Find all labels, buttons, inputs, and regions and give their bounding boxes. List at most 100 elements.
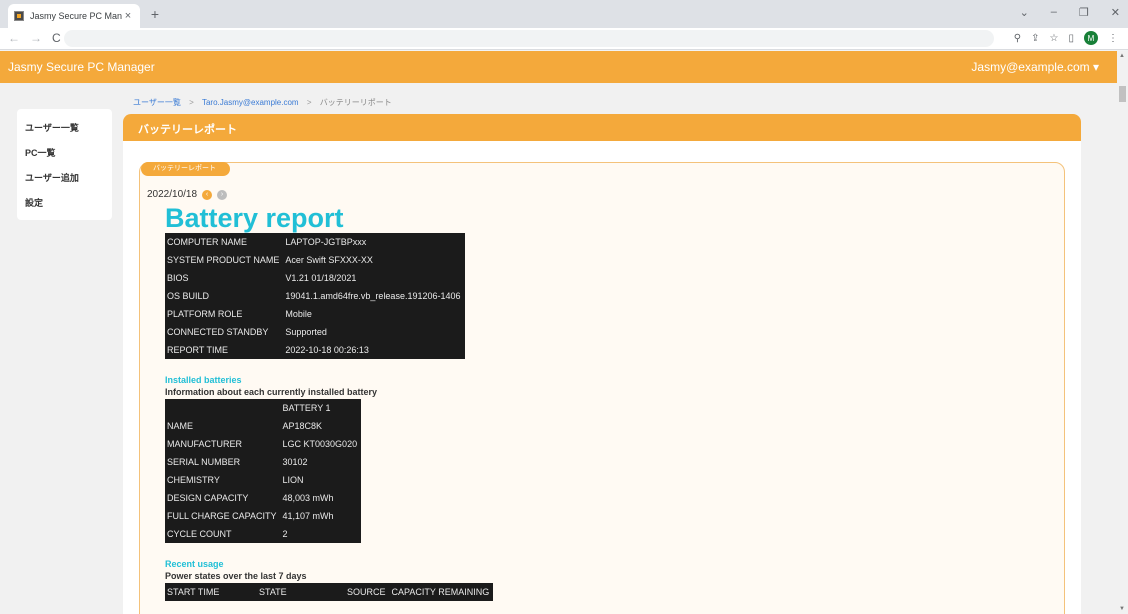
- table-row: BATTERY 1: [165, 399, 361, 417]
- sidebar-item-user-list[interactable]: ユーザー一覧: [17, 121, 112, 146]
- battery-table: BATTERY 1 NAME AP18C8K MANUFACTURER LGC KT…: [165, 399, 362, 543]
- tab-search-icon[interactable]: ⌄: [1020, 6, 1029, 19]
- table-cell: PLATFORM ROLE: [167, 309, 243, 319]
- app-brand[interactable]: Jasmy Secure PC Manager: [8, 60, 155, 74]
- recent-usage-subheading: Power states over the last 7 days: [165, 571, 307, 581]
- scrollbar-thumb[interactable]: [1119, 86, 1126, 102]
- table-row: CHEMISTRY LION: [165, 471, 361, 489]
- prev-date-icon[interactable]: ‹: [202, 189, 213, 200]
- table-cell: LION: [282, 475, 304, 485]
- table-header: SOURCE: [347, 587, 386, 597]
- table-cell: COMPUTER NAME: [167, 237, 248, 247]
- scroll-up-icon[interactable]: ▲: [1119, 53, 1125, 59]
- table-cell: SYSTEM PRODUCT NAME: [167, 255, 280, 265]
- table-cell: DESIGN CAPACITY: [167, 493, 249, 503]
- restore-button[interactable]: ❐: [1079, 6, 1089, 19]
- table-cell: OS BUILD: [167, 291, 210, 301]
- browser-tab[interactable]: Jasmy Secure PC Manager ×: [8, 4, 140, 28]
- table-cell: NAME: [167, 421, 194, 431]
- table-row: PLATFORM ROLE Mobile: [165, 305, 465, 323]
- table-cell: BATTERY 1: [282, 403, 331, 413]
- table-cell: CYCLE COUNT: [167, 529, 232, 539]
- table-row: OS BUILD 19041.1.amd64fre.vb_release.1912…: [165, 287, 465, 305]
- table-cell: CONNECTED STANDBY: [167, 327, 269, 337]
- table-row: FULL CHARGE CAPACITY 41,107 mWh: [165, 507, 361, 525]
- profile-avatar[interactable]: M: [1084, 31, 1098, 45]
- table-header-row: START TIME STATE SOURCE CAPACITY REMAINI…: [165, 583, 493, 601]
- table-cell: Mobile: [285, 309, 312, 319]
- breadcrumb-current: バッテリーリポート: [319, 98, 392, 107]
- recent-usage-table: START TIME STATE SOURCE CAPACITY REMAINI…: [165, 583, 494, 601]
- breadcrumb-user[interactable]: Taro.Jasmy@example.com: [202, 98, 299, 107]
- report-date: 2022/10/18: [147, 189, 198, 200]
- next-date-icon[interactable]: ›: [217, 189, 228, 200]
- app-favicon-icon: [14, 11, 24, 21]
- breadcrumb-separator: >: [306, 98, 312, 107]
- breadcrumb-user-list[interactable]: ユーザー一覧: [133, 98, 181, 107]
- table-cell: 2: [282, 529, 288, 539]
- installed-batteries-heading: Installed batteries: [165, 375, 242, 385]
- table-cell: 48,003 mWh: [282, 493, 334, 503]
- table-cell: 30102: [282, 457, 308, 467]
- panel-title: バッテリーレポート: [123, 114, 1081, 141]
- address-bar[interactable]: [64, 30, 994, 47]
- zoom-icon[interactable]: ⚲: [1014, 33, 1021, 44]
- table-cell: [165, 399, 281, 417]
- table-cell: LAPTOP-JGTBPxxx: [285, 237, 367, 247]
- table-header: CAPACITY REMAINING: [391, 587, 490, 597]
- table-row: CYCLE COUNT 2: [165, 525, 361, 543]
- report-card: バッテリーレポート 2022/10/18 ‹ › Battery report …: [139, 162, 1065, 614]
- browser-menu-icon[interactable]: ⋮: [1108, 33, 1118, 44]
- forward-icon[interactable]: →: [30, 31, 42, 45]
- window-controls: ⌄ – ❐ ✕: [1020, 6, 1120, 19]
- table-cell: Acer Swift SFXXX-XX: [285, 255, 373, 265]
- table-cell: LGC KT0030G020: [282, 439, 358, 449]
- user-menu[interactable]: Jasmy@example.com ▾: [971, 60, 1099, 74]
- minimize-button[interactable]: –: [1051, 6, 1057, 19]
- tab-close-icon[interactable]: ×: [122, 10, 134, 22]
- tab-title: Jasmy Secure PC Manager: [30, 11, 122, 21]
- table-row: MANUFACTURER LGC KT0030G020: [165, 435, 361, 453]
- page-scrollbar[interactable]: ▲ ▼: [1117, 51, 1128, 614]
- share-icon[interactable]: ⇪: [1031, 33, 1039, 44]
- table-cell: CHEMISTRY: [167, 475, 220, 485]
- table-cell: 19041.1.amd64fre.vb_release.191206-1406: [285, 291, 461, 301]
- table-cell: BIOS: [167, 273, 189, 283]
- sidebar-item-pc-list[interactable]: PC一覧: [17, 146, 112, 171]
- table-cell: REPORT TIME: [167, 345, 229, 355]
- table-row: COMPUTER NAME LAPTOP-JGTBPxxx: [165, 233, 465, 251]
- table-cell: V1.21 01/18/2021: [285, 273, 357, 283]
- reload-icon[interactable]: C: [52, 31, 61, 45]
- report-title: Battery report: [165, 203, 344, 233]
- table-row: DESIGN CAPACITY 48,003 mWh: [165, 489, 361, 507]
- report-panel: バッテリーレポート バッテリーレポート 2022/10/18 ‹ › Batte…: [123, 114, 1081, 614]
- table-row: SERIAL NUMBER 30102: [165, 453, 361, 471]
- recent-usage-heading: Recent usage: [165, 559, 224, 569]
- card-tag: バッテリーレポート: [141, 162, 230, 176]
- table-cell: 2022-10-18 00:26:13: [285, 345, 369, 355]
- sidebar-item-add-user[interactable]: ユーザー追加: [17, 171, 112, 196]
- table-row: REPORT TIME 2022-10-18 00:26:13: [165, 341, 465, 359]
- breadcrumb-separator: >: [189, 98, 194, 107]
- table-cell: FULL CHARGE CAPACITY: [167, 511, 277, 521]
- browser-tab-bar: Jasmy Secure PC Manager × + ⌄ – ❐ ✕: [0, 0, 1128, 28]
- sidebar: ユーザー一覧 PC一覧 ユーザー追加 設定: [17, 109, 112, 220]
- system-info-table: COMPUTER NAME LAPTOP-JGTBPxxx SYSTEM PROD…: [165, 233, 465, 359]
- table-row: BIOS V1.21 01/18/2021: [165, 269, 465, 287]
- table-row: SYSTEM PRODUCT NAME Acer Swift SFXXX-XX: [165, 251, 465, 269]
- close-window-button[interactable]: ✕: [1111, 6, 1120, 19]
- new-tab-button[interactable]: +: [147, 6, 163, 22]
- table-row: NAME AP18C8K: [165, 417, 361, 435]
- table-header: STATE: [259, 587, 287, 597]
- bookmark-star-icon[interactable]: ☆: [1050, 33, 1059, 44]
- back-icon[interactable]: ←: [8, 31, 20, 45]
- table-cell: AP18C8K: [282, 421, 323, 431]
- side-panel-icon[interactable]: ▯: [1068, 33, 1074, 44]
- date-navigator: 2022/10/18 ‹ ›: [147, 189, 228, 200]
- table-cell: SERIAL NUMBER: [167, 457, 241, 467]
- table-cell: Supported: [285, 327, 327, 337]
- scroll-down-icon[interactable]: ▼: [1119, 606, 1125, 612]
- sidebar-item-settings[interactable]: 設定: [17, 196, 112, 221]
- breadcrumb: ユーザー一覧 > Taro.Jasmy@example.com > バッテリーリ…: [133, 97, 392, 108]
- table-cell: MANUFACTURER: [167, 439, 243, 449]
